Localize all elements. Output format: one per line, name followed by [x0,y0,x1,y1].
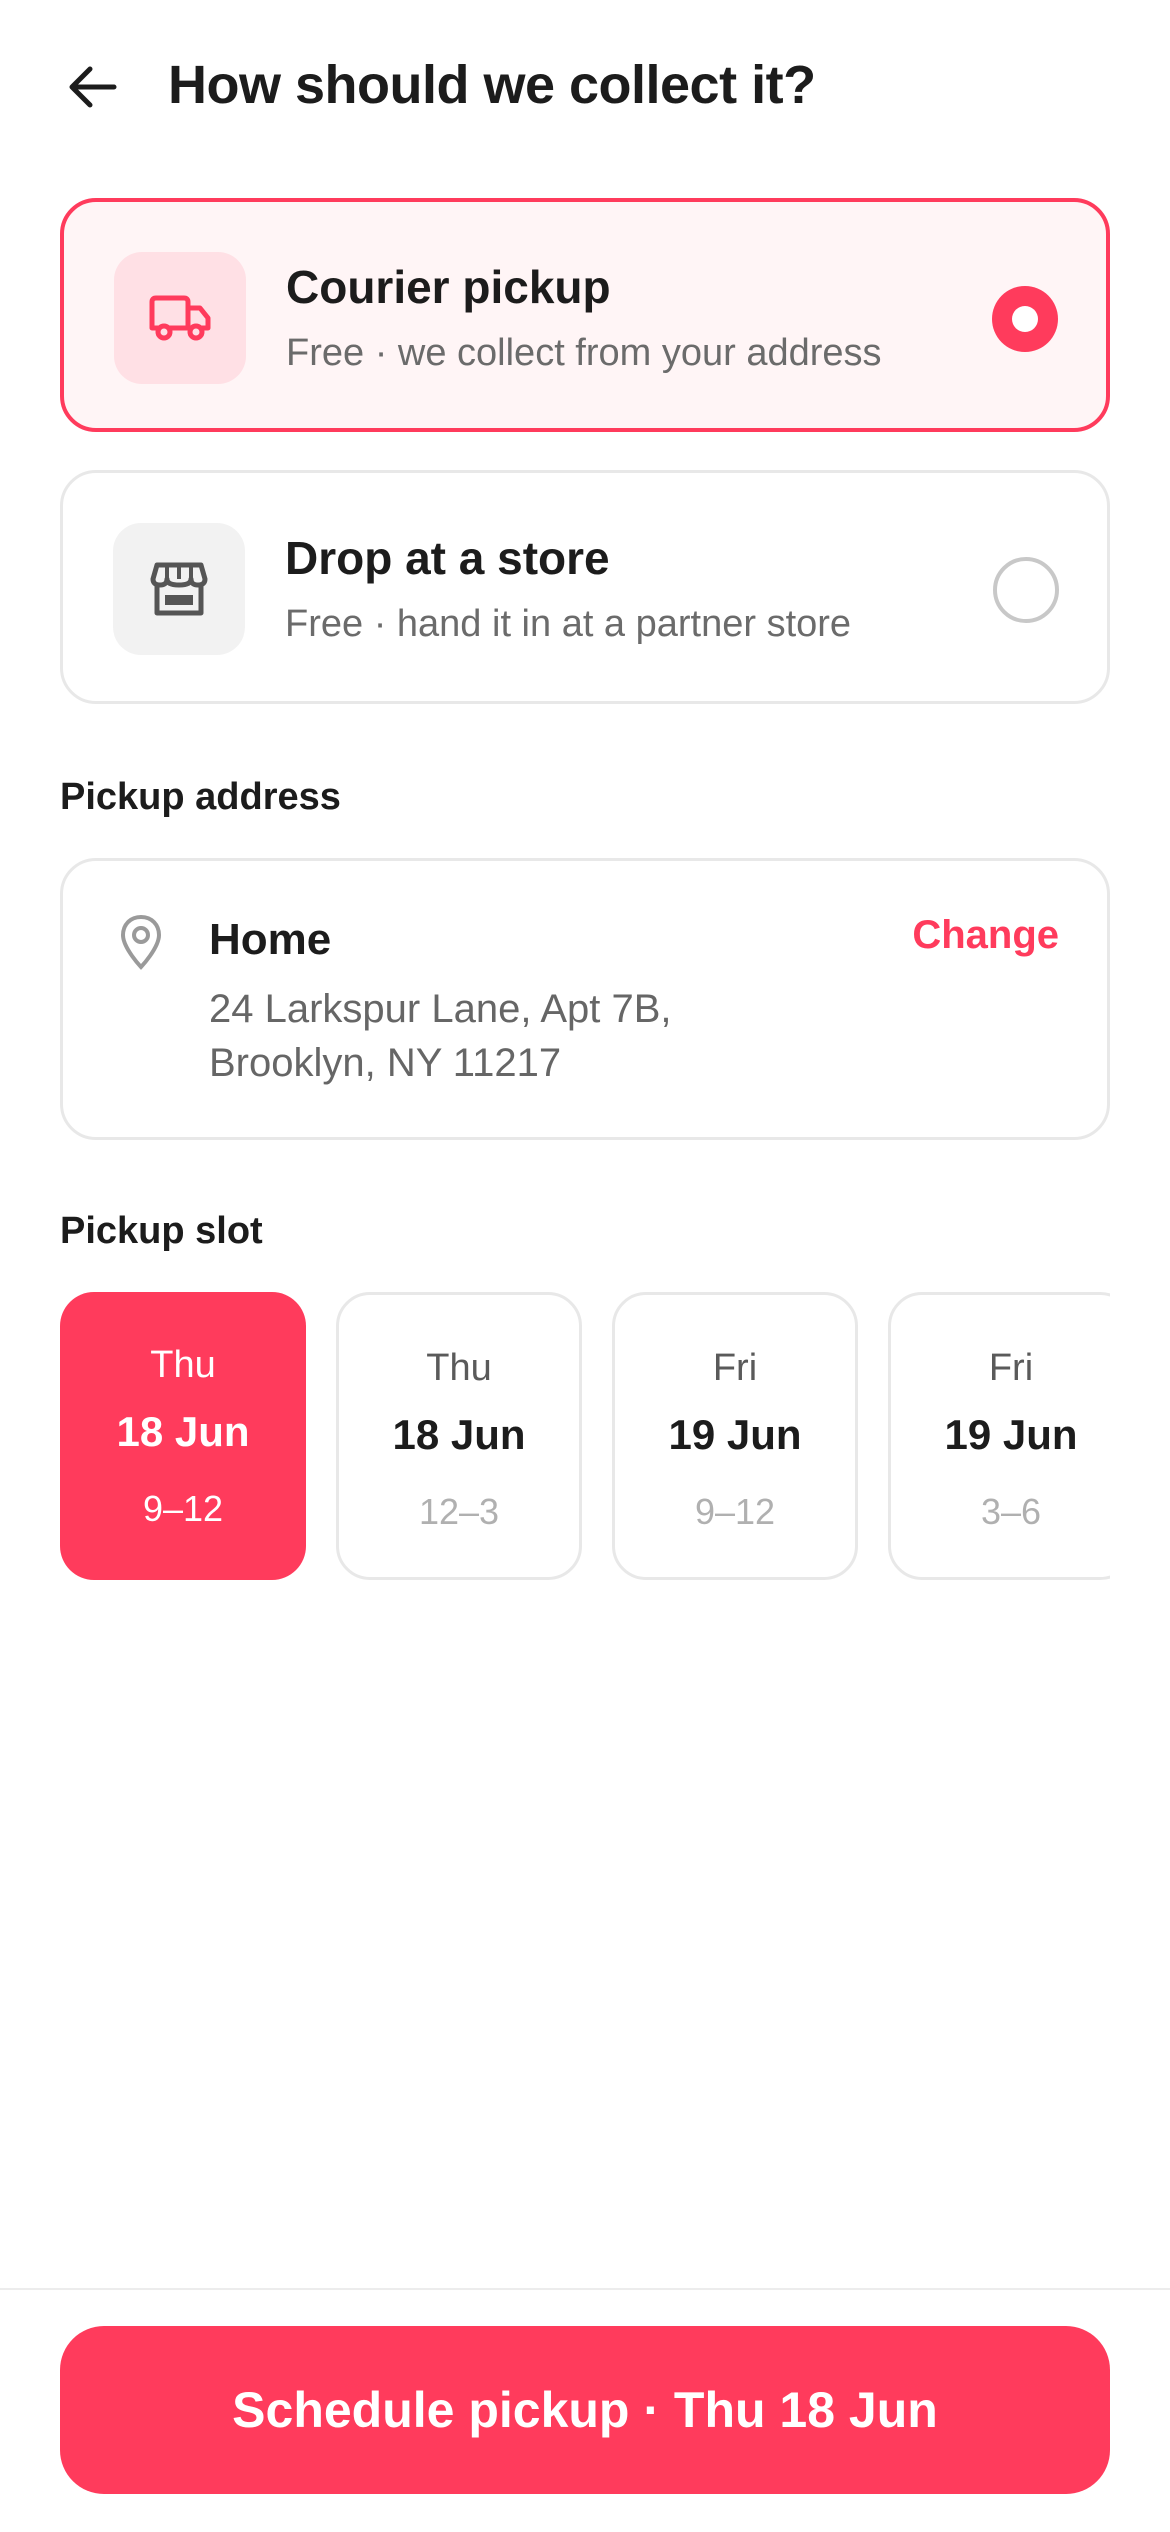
address-card: Home 24 Larkspur Lane, Apt 7B, Brooklyn,… [60,858,1110,1140]
slot-date: 18 Jun [392,1411,526,1458]
slot-day: Fri [712,1347,758,1389]
slot-date: 18 Jun [116,1408,250,1455]
slot-date: 19 Jun [944,1411,1078,1458]
option-drop-at-store[interactable]: Drop at a store Free · hand it in at a p… [60,470,1110,704]
option-subtitle: Free · we collect from your address [286,332,882,374]
change-address-link[interactable]: Change [912,913,1059,958]
address-line-2: Brooklyn, NY 11217 [209,1041,562,1085]
arrow-left-icon [69,66,117,108]
map-pin-icon [120,914,162,970]
slot-time: 9–12 [694,1491,776,1532]
section-label-pickup-slot: Pickup slot [60,1210,263,1252]
slot-card[interactable]: Thu 18 Jun 9–12 [60,1292,306,1580]
option-title: Courier pickup [286,261,611,313]
option-icon-tile [114,252,246,384]
option-subtitle: Free · hand it in at a partner store [285,603,852,645]
pickup-method-screen: How should we collect it? Courier pickup… [0,0,1170,2532]
slot-day: Thu [150,1344,216,1386]
slot-card[interactable]: Fri 19 Jun 9–12 [612,1292,858,1580]
truck-icon [149,295,211,341]
header: How should we collect it? [0,44,1170,126]
option-courier-pickup[interactable]: Courier pickup Free · we collect from yo… [60,198,1110,432]
bottom-divider [0,2288,1170,2290]
address-line-1: 24 Larkspur Lane, Apt 7B, [209,987,672,1031]
radio-unselected[interactable] [993,557,1059,623]
slot-time: 3–6 [980,1491,1042,1532]
page-title: How should we collect it? [168,55,816,115]
slot-card[interactable]: Fri 19 Jun 3–6 [888,1292,1110,1580]
schedule-pickup-button[interactable]: Schedule pickup · Thu 18 Jun [60,2326,1110,2494]
slot-day: Fri [988,1347,1034,1389]
slot-time: 12–3 [418,1491,500,1532]
slot-carousel[interactable]: Thu 18 Jun 9–12 Thu 18 Jun 12–3 Fri 19 J… [60,1292,1110,1582]
section-label-pickup-address: Pickup address [60,776,341,818]
address-name: Home [209,915,332,964]
slot-card[interactable]: Thu 18 Jun 12–3 [336,1292,582,1580]
option-title: Drop at a store [285,532,610,584]
radio-selected[interactable] [992,286,1058,352]
slot-date: 19 Jun [668,1411,802,1458]
back-button[interactable] [60,60,124,114]
option-icon-tile [113,523,245,655]
storefront-icon [150,562,208,616]
slot-time: 9–12 [142,1488,224,1529]
slot-day: Thu [426,1347,492,1389]
